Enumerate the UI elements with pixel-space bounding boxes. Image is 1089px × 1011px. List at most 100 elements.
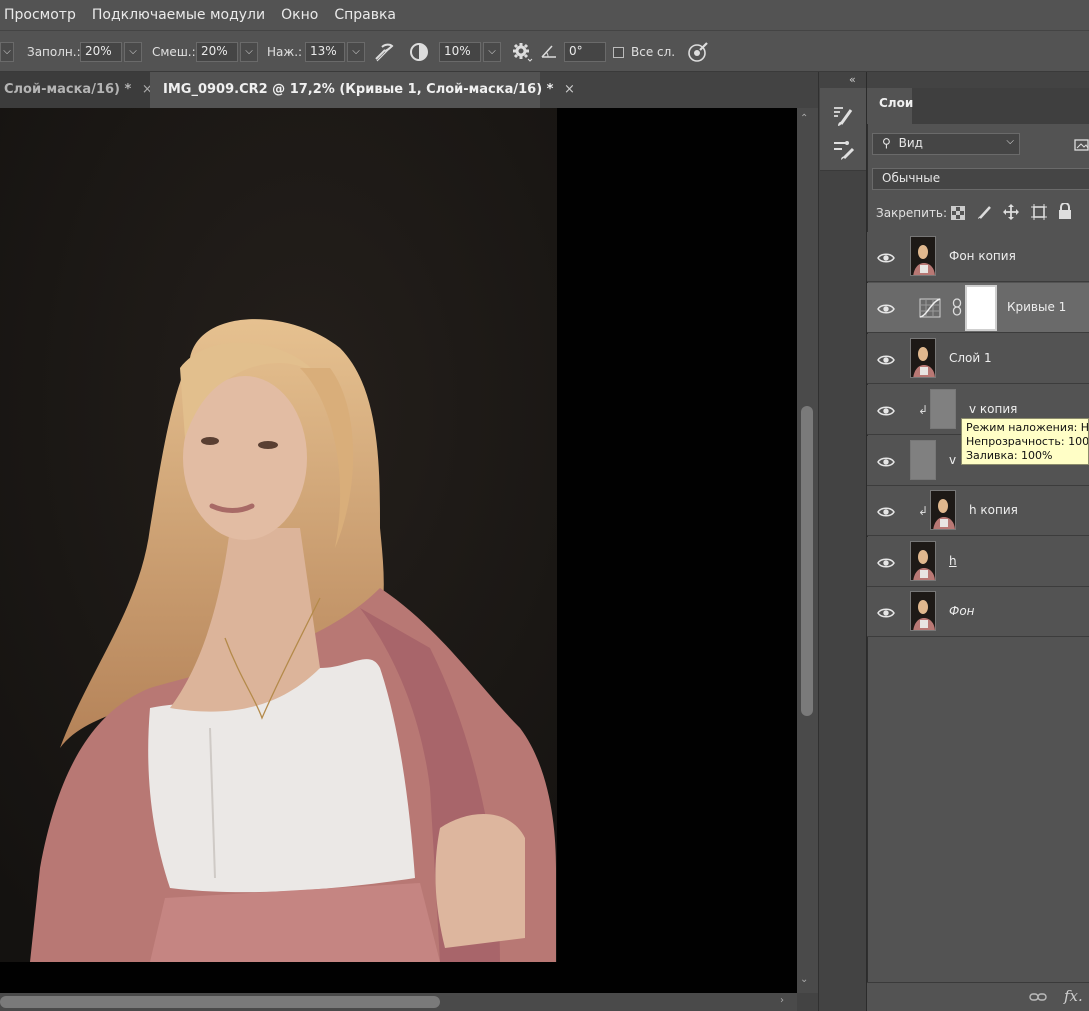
layer-name: v <box>949 453 957 467</box>
menu-view[interactable]: Просмотр <box>0 7 80 23</box>
menu-window[interactable]: Окно <box>277 7 322 23</box>
eye-icon[interactable] <box>877 504 895 518</box>
lock-artboard-icon[interactable] <box>1031 204 1047 220</box>
vertical-scrollbar[interactable]: ⌃ ⌄ <box>797 108 818 993</box>
clipping-arrow-icon: ↲ <box>918 504 929 518</box>
lock-label: Закрепить: <box>876 206 948 220</box>
search-icon: ⚲ <box>882 136 891 150</box>
tab-active-document[interactable]: IMG_0909.CR2 @ 17,2% (Кривые 1, Слой-мас… <box>150 72 575 108</box>
eye-icon[interactable] <box>877 605 895 619</box>
eye-icon[interactable] <box>877 301 895 315</box>
eye-icon[interactable] <box>877 454 895 468</box>
all-layers-label: Все сл. <box>631 45 676 59</box>
blend-input[interactable]: 20% <box>196 42 238 62</box>
layers-panel-footer: fx. <box>867 982 1089 1011</box>
fill-input[interactable]: 20% <box>80 42 122 62</box>
airbrush-icon[interactable] <box>373 41 395 63</box>
tooltip-fill: Заливка: 100% <box>966 449 1053 462</box>
eye-icon[interactable] <box>877 555 895 569</box>
tooltip-blend-mode: Режим наложения: Н <box>966 421 1089 434</box>
layer-filter-value: Вид <box>898 136 923 150</box>
clipping-arrow-icon: ↲ <box>918 403 929 417</box>
collapse-icon[interactable]: « <box>849 73 856 86</box>
menu-plugins[interactable]: Подключаемые модули <box>88 7 269 23</box>
layer-name: h <box>949 554 957 568</box>
tab-layers[interactable]: Слои <box>867 88 913 124</box>
angle-input[interactable]: 0° <box>564 42 606 62</box>
blend-label: Смеш.: <box>152 45 196 59</box>
layer-row-selected[interactable]: Кривые 1 <box>867 283 1089 333</box>
all-layers-checkbox[interactable] <box>613 47 624 58</box>
scroll-corner <box>797 993 818 1011</box>
lock-all-icon[interactable] <box>1058 202 1072 219</box>
layer-name: Фон <box>949 604 975 618</box>
layer-row[interactable]: ↲ h копия <box>867 486 1089 536</box>
layer-row[interactable]: h <box>867 537 1089 587</box>
layer-thumbnail <box>910 440 936 480</box>
lock-pixels-icon[interactable] <box>977 204 993 220</box>
layer-thumbnail <box>930 389 956 429</box>
layer-row[interactable]: Фон копия <box>867 232 1089 282</box>
eye-icon[interactable] <box>877 352 895 366</box>
pressure-input[interactable]: 13% <box>305 42 345 62</box>
horizontal-scrollbar[interactable]: › <box>0 993 797 1011</box>
chevron-down-icon: ⌵ <box>1006 136 1014 147</box>
brush-settings-icon[interactable] <box>832 104 856 128</box>
scroll-up-icon[interactable]: ⌃ <box>800 113 808 124</box>
fx-button[interactable]: fx. <box>1064 987 1083 1005</box>
pressure-label: Наж.: <box>267 45 303 59</box>
curves-adjustment-icon <box>919 298 941 318</box>
layer-name: Кривые 1 <box>1007 300 1067 314</box>
fill-dropdown[interactable]: ⌵ <box>124 42 142 62</box>
lock-transparent-icon[interactable] <box>951 205 965 220</box>
lock-position-icon[interactable] <box>1003 204 1019 220</box>
pressure-dropdown[interactable]: ⌵ <box>347 42 365 62</box>
layer-mask-thumbnail[interactable] <box>965 285 997 331</box>
menu-help[interactable]: Справка <box>330 7 400 23</box>
layer-row[interactable]: Фон <box>867 587 1089 637</box>
smoothing-icon[interactable] <box>408 41 430 63</box>
blend-mode-value: Обычные <box>882 171 941 185</box>
chevron-down-icon[interactable]: ⌵ <box>0 42 14 62</box>
layer-tooltip: Режим наложения: Н Непрозрачность: 100 З… <box>961 418 1089 465</box>
scroll-right-icon[interactable]: › <box>780 995 784 1006</box>
image-filter-icon[interactable] <box>1074 137 1089 151</box>
angle-icon <box>540 42 558 60</box>
menu-bar: Просмотр Подключаемые модули Окно Справк… <box>0 0 1089 30</box>
tooltip-opacity: Непрозрачность: 100 <box>966 435 1089 448</box>
blend-mode-select[interactable]: Обычные <box>872 168 1089 190</box>
tab-mask-document[interactable]: Слой-маска/16) * × <box>0 72 153 108</box>
blend-dropdown[interactable]: ⌵ <box>240 42 258 62</box>
link-layers-icon[interactable] <box>1029 989 1047 1003</box>
close-icon[interactable]: × <box>564 82 575 97</box>
document-tabs: Слой-маска/16) * × IMG_0909.CR2 @ 17,2% … <box>0 72 818 108</box>
smoothing-dropdown[interactable]: ⌵ <box>483 42 501 62</box>
smoothing-input[interactable]: 10% <box>439 42 481 62</box>
tab-label: Слой-маска/16) * <box>4 82 132 97</box>
layer-thumbnail <box>910 591 936 631</box>
layer-thumbnail <box>910 236 936 276</box>
layer-name: h копия <box>969 503 1018 517</box>
layer-thumbnail <box>930 490 956 530</box>
tab-label: IMG_0909.CR2 @ 17,2% (Кривые 1, Слой-мас… <box>163 82 554 97</box>
scroll-thumb[interactable] <box>0 996 440 1008</box>
brush-presets-icon[interactable] <box>832 138 856 162</box>
scroll-down-icon[interactable]: ⌄ <box>800 974 808 985</box>
panel-dock-strip <box>818 72 866 1011</box>
layer-thumbnail <box>910 338 936 378</box>
portrait-image <box>0 108 557 962</box>
eye-icon[interactable] <box>877 403 895 417</box>
layer-thumbnail <box>910 541 936 581</box>
layer-filter-select[interactable]: ⚲ Вид ⌵ <box>872 133 1020 155</box>
layer-name: Слой 1 <box>949 351 992 365</box>
layer-name: Фон копия <box>949 249 1016 263</box>
dock-buttons <box>820 88 866 171</box>
scroll-thumb[interactable] <box>801 406 813 716</box>
pressure-size-icon[interactable] <box>686 40 710 64</box>
layer-row[interactable]: Слой 1 <box>867 334 1089 384</box>
gear-icon[interactable] <box>511 41 533 63</box>
chain-link-icon[interactable] <box>952 298 962 316</box>
fill-label: Заполн.: <box>27 45 81 59</box>
panel-header <box>867 72 1089 88</box>
eye-icon[interactable] <box>877 250 895 264</box>
